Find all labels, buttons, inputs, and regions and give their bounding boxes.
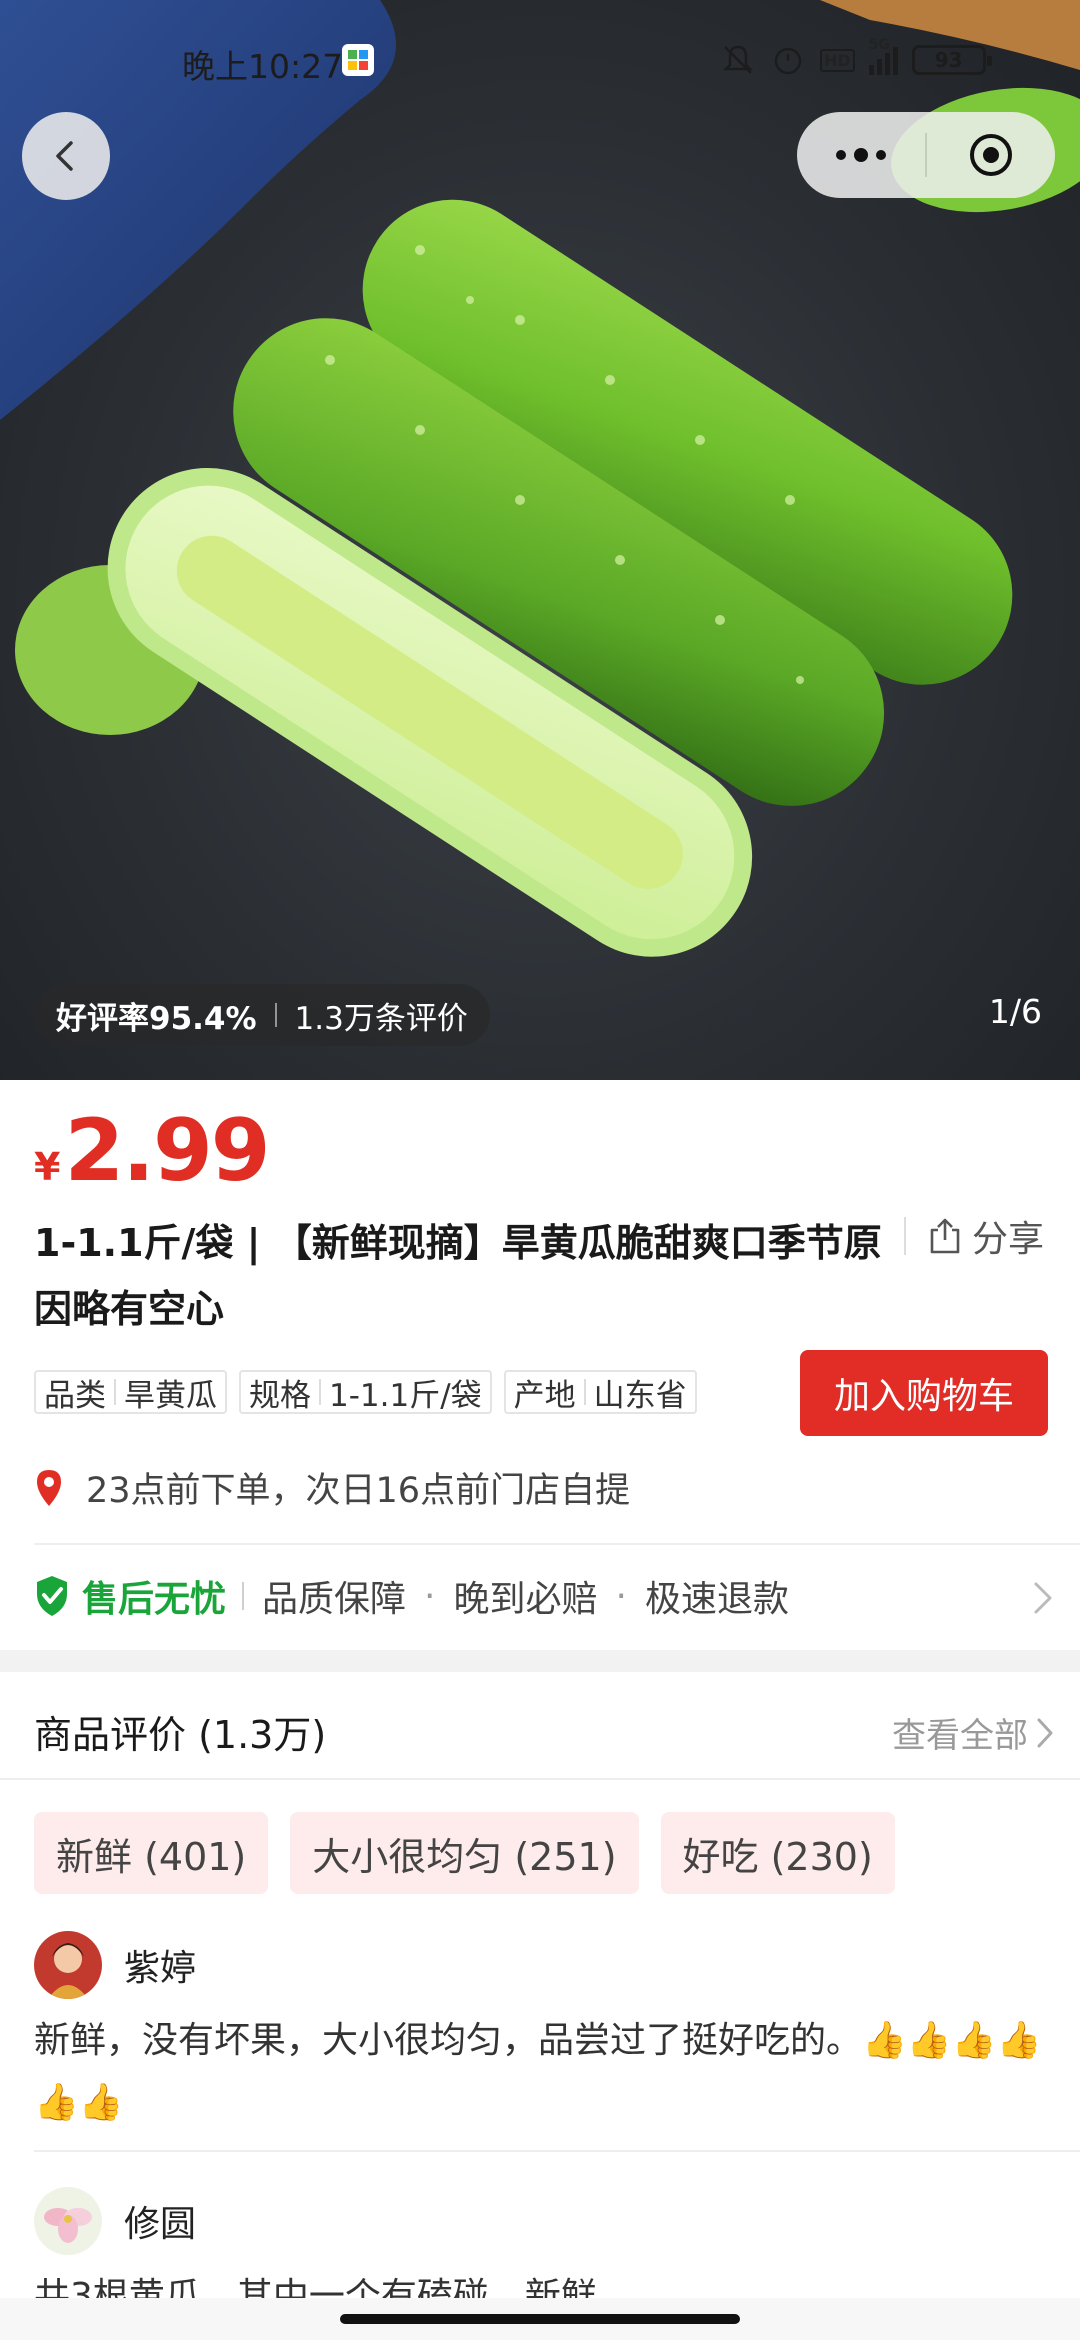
mute-bell-icon <box>722 45 754 74</box>
service-main-label: 售后无忧 <box>82 1579 227 1620</box>
spec-tags: 品类 旱黄瓜 规格 1-1.1斤/袋 产地 山东省 <box>34 1370 697 1414</box>
status-indicators: HD 5G 93 <box>720 37 992 82</box>
review-chip[interactable]: 新鲜 (401) <box>34 1812 269 1894</box>
view-all-reviews-link[interactable]: 查看全部 <box>892 1708 1054 1757</box>
review-text: 共3根黄瓜，其中一个有磕碰，新鲜 <box>34 2276 597 2298</box>
review-author: 紫婷 <box>34 1930 1044 2000</box>
spec-value: 山东省 <box>593 1377 687 1414</box>
status-time: 晚上10:27 <box>182 47 344 86</box>
spec-tag: 品类 旱黄瓜 <box>34 1370 227 1414</box>
service-item: 品质保障 <box>262 1579 407 1620</box>
product-image-carousel[interactable]: 晚上10:27 HD 5G 93 好评率95.4% 1.3万条评价 1/6 <box>0 0 1080 1080</box>
rating-summary[interactable]: 好评率95.4% 1.3万条评价 <box>34 984 490 1046</box>
after-sales-service-row[interactable]: 售后无忧 品质保障 · 晚到必赔 · 极速退款 <box>34 1560 1054 1632</box>
divider <box>274 1003 277 1027</box>
avatar <box>34 1931 102 1999</box>
divider <box>319 1379 321 1405</box>
review-text: 新鲜，没有坏果，大小很均匀，品尝过了挺好吃的。👍👍👍👍👍👍 <box>34 2020 1042 2123</box>
review-author: 修圆 <box>34 2186 1044 2256</box>
network-type: 5G <box>868 37 890 53</box>
positive-rate: 好评率95.4% <box>56 1000 257 1037</box>
reviews-title: 商品评价 (1.3万) <box>34 1712 327 1757</box>
more-button[interactable] <box>797 112 925 198</box>
image-index: 1/6 <box>988 992 1042 1031</box>
section-gap <box>0 1650 1080 1672</box>
divider <box>242 1582 245 1610</box>
target-circle-icon <box>970 134 1012 176</box>
service-item: 极速退款 <box>644 1579 789 1620</box>
back-arrow-icon <box>56 141 73 171</box>
review-count: 1.3万条评价 <box>294 1000 468 1037</box>
view-all-label: 查看全部 <box>892 1716 1028 1756</box>
battery-indicator: 93 <box>911 45 992 75</box>
chevron-right-icon <box>1037 1718 1053 1747</box>
alarm-icon <box>774 47 802 75</box>
add-to-cart-button[interactable]: 加入购物车 <box>800 1350 1048 1436</box>
price: ¥ 2.99 <box>34 1101 271 1201</box>
separator-dot: · <box>424 1575 436 1617</box>
location-pin-icon <box>37 1469 61 1506</box>
divider <box>34 1543 1080 1545</box>
chevron-right-icon <box>1034 1582 1052 1614</box>
divider <box>583 1379 586 1405</box>
review-chip[interactable]: 大小很均匀 (251) <box>290 1812 639 1894</box>
pickup-text: 23点前下单，次日16点前门店自提 <box>86 1471 631 1511</box>
spec-value: 旱黄瓜 <box>124 1377 217 1414</box>
share-button[interactable]: 分享 <box>904 1208 1044 1264</box>
spec-key: 规格 <box>249 1377 311 1414</box>
price-value: 2.99 <box>64 1101 270 1201</box>
app-notification-icon <box>342 44 374 76</box>
separator-dot: · <box>615 1575 627 1617</box>
close-miniprogram-button[interactable] <box>927 112 1055 198</box>
share-label: 分享 <box>972 1219 1045 1260</box>
miniprogram-capsule <box>797 112 1055 198</box>
back-button[interactable] <box>22 112 110 200</box>
service-item: 晚到必赔 <box>453 1579 598 1620</box>
home-indicator[interactable] <box>340 2314 740 2324</box>
divider <box>34 2150 1080 2152</box>
divider <box>114 1379 116 1405</box>
divider <box>0 1778 1080 1780</box>
reviewer-name: 修圆 <box>124 2204 197 2245</box>
hd-icon: HD <box>820 48 855 72</box>
currency-symbol: ¥ <box>34 1145 61 1189</box>
review-item[interactable]: 紫婷 新鲜，没有坏果，大小很均匀，品尝过了挺好吃的。👍👍👍👍👍👍 <box>34 1930 1044 2134</box>
spec-value: 1-1.1斤/袋 <box>329 1377 482 1414</box>
spec-tag: 规格 1-1.1斤/袋 <box>239 1370 492 1414</box>
review-keyword-chips: 新鲜 (401) 大小很均匀 (251) 好吃 (230) <box>34 1812 895 1894</box>
review-chip[interactable]: 好吃 (230) <box>660 1812 895 1894</box>
avatar <box>34 2187 102 2255</box>
status-bar: 晚上10:27 HD 5G 93 <box>0 0 1080 120</box>
reviews-header: 商品评价 (1.3万) 查看全部 <box>34 1700 1054 1762</box>
product-title: 1-1.1斤/袋 | 【新鲜现摘】旱黄瓜脆甜爽口季节原因略有空心 <box>34 1221 882 1331</box>
spec-key: 产地 <box>513 1377 576 1414</box>
divider <box>904 1217 906 1255</box>
pickup-info: 23点前下单，次日16点前门店自提 <box>34 1462 630 1513</box>
spec-key: 品类 <box>44 1377 106 1414</box>
shield-check-icon <box>37 1576 67 1616</box>
reviewer-name: 紫婷 <box>124 1948 197 1989</box>
signal-icon: 5G <box>868 37 898 75</box>
spec-tag: 产地 山东省 <box>503 1370 697 1414</box>
more-dots-icon <box>836 148 886 162</box>
review-item[interactable]: 修圆 共3根黄瓜，其中一个有磕碰，新鲜 <box>34 2186 1044 2298</box>
share-icon <box>930 1218 960 1254</box>
